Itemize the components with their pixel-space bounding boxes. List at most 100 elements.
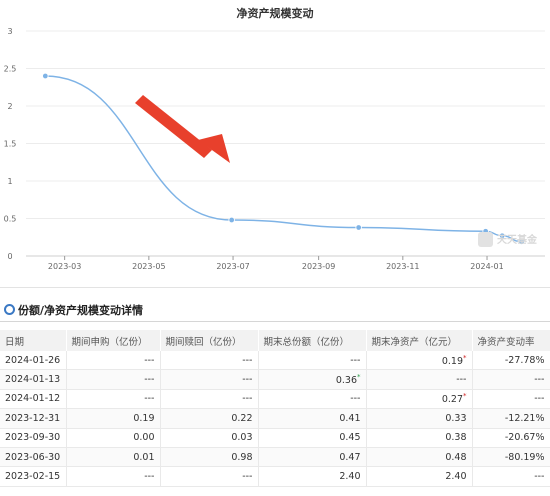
value-cell: 0.36*: [258, 369, 367, 390]
cell-text: 2.40: [445, 471, 467, 483]
y-tick-label: 1.5: [4, 140, 17, 149]
cell-text: 0.00: [133, 432, 155, 444]
cell-text: 2.40: [339, 471, 361, 483]
date-cell: 2024-01-12: [0, 389, 67, 410]
value-cell: -80.19%: [472, 447, 550, 468]
date-cell: 2023-02-15: [0, 466, 67, 487]
cell-text: -80.19%: [504, 451, 545, 463]
cell-text: ---: [534, 393, 545, 405]
cell-text: 0.22: [231, 412, 253, 424]
value-cell: 0.22: [160, 408, 259, 429]
value-cell: ---: [258, 389, 367, 410]
cell-text: ---: [242, 354, 253, 366]
value-cell: ---: [66, 369, 161, 390]
value-cell: 0.19*: [366, 351, 473, 371]
value-cell: -12.21%: [472, 408, 550, 429]
table-row: 2024-01-26 --- --- --- 0.19* -27.78%: [0, 351, 550, 371]
value-cell: ---: [258, 351, 367, 371]
cell-text: -27.78%: [504, 354, 545, 366]
column-header: 日期: [0, 330, 67, 351]
table-header-row: 日期 期间申购（亿份） 期间赎回（亿份） 期末总份额（亿份） 期末净资产（亿元） 净资产变…: [0, 330, 550, 351]
value-cell: 0.38: [366, 428, 473, 448]
column-header: 期末净资产（亿元）: [366, 330, 473, 351]
cell-text: -20.67%: [504, 432, 545, 444]
cell-text: 0.03: [231, 432, 253, 444]
cell-text: ---: [144, 393, 155, 405]
data-point: [228, 216, 235, 224]
cell-text: 0.19: [441, 355, 463, 367]
value-cell: 0.45: [258, 428, 367, 448]
x-tick-label: 2023-05: [132, 262, 165, 271]
cell-text: ---: [350, 354, 361, 366]
cell-text: 2024-01-13: [5, 374, 61, 386]
value-cell: ---: [160, 351, 259, 371]
value-cell: 0.01: [66, 447, 161, 468]
cell-text: ---: [456, 374, 467, 386]
cell-text: ---: [350, 393, 361, 405]
cell-text: 0.38: [445, 432, 467, 444]
value-cell: 0.03: [160, 428, 259, 448]
value-cell: ---: [160, 389, 259, 410]
table-row: 2023-06-30 0.01 0.98 0.47 0.48 -80.19%: [0, 447, 550, 468]
cell-text: 2023-02-15: [5, 471, 61, 483]
date-cell: 2023-12-31: [0, 408, 67, 429]
cell-text: 2023-06-30: [5, 451, 61, 463]
line-chart-svg: 0 0.5 1 1.5 2 2.5 3 2023-03 2023-05 2023-07 2023-0…: [4, 27, 545, 271]
date-cell: 2023-06-30: [0, 447, 67, 468]
cell-text: 0.27: [441, 394, 463, 406]
scale-chart: 净资产规模变动 0 0.5 1 1.5 2 2.5 3 2023-03 2023-05 2023-…: [0, 0, 550, 285]
y-tick-label: 0: [7, 252, 12, 261]
value-cell: ---: [66, 351, 161, 371]
footnote-star-icon: *: [357, 373, 361, 381]
divider: [0, 287, 550, 288]
circle-bullet-icon: [4, 304, 15, 315]
cell-text: 2024-01-26: [5, 354, 61, 366]
value-cell: 2.40: [366, 466, 473, 487]
value-cell: 0.33: [366, 408, 473, 429]
x-tick-label: 2023-09: [302, 262, 335, 271]
y-tick-label: 2.5: [4, 65, 17, 74]
value-cell: 0.47: [258, 447, 367, 468]
cell-text: 0.33: [445, 412, 467, 424]
value-cell: ---: [66, 389, 161, 410]
footnote-star-icon: *: [463, 392, 467, 401]
cell-text: ---: [534, 471, 545, 483]
table-row: 2023-09-30 0.00 0.03 0.45 0.38 -20.67%: [0, 428, 550, 448]
date-cell: 2024-01-26: [0, 351, 67, 371]
y-tick-label: 1: [7, 177, 12, 186]
watermark-logo-icon: [478, 232, 493, 247]
cell-text: ---: [242, 374, 253, 386]
cell-text: ---: [144, 374, 155, 386]
cell-text: ---: [242, 393, 253, 405]
section-title: 份额/净资产规模变动详情: [18, 304, 144, 317]
x-tick-label: 2024-01: [470, 262, 503, 271]
value-cell: ---: [66, 466, 161, 487]
value-cell: ---: [472, 369, 550, 390]
cell-text: 0.01: [133, 451, 155, 463]
date-cell: 2024-01-13: [0, 369, 67, 390]
column-header: 期间赎回（亿份）: [160, 330, 259, 351]
value-cell: 0.00: [66, 428, 161, 448]
x-tick-label: 2023-07: [216, 262, 249, 271]
value-cell: ---: [472, 389, 550, 410]
y-tick-label: 2: [7, 102, 12, 111]
value-cell: ---: [366, 369, 473, 390]
cell-text: 0.48: [445, 451, 467, 463]
scale-detail-table: 日期 期间申购（亿份） 期间赎回（亿份） 期末总份额（亿份） 期末净资产（亿元） 净资产变…: [0, 330, 550, 487]
cell-text: 0.45: [339, 432, 361, 444]
value-cell: ---: [160, 369, 259, 390]
y-tick-label: 3: [7, 27, 12, 36]
annotation-arrow-shaft: [135, 95, 212, 158]
section-header: 份额/净资产规模变动详情: [0, 299, 550, 322]
table-row: 2023-12-31 0.19 0.22 0.41 0.33 -12.21%: [0, 408, 550, 429]
cell-text: 0.47: [339, 451, 361, 463]
date-cell: 2023-09-30: [0, 428, 67, 448]
cell-text: 0.41: [339, 412, 361, 424]
cell-text: 2023-09-30: [5, 432, 61, 444]
section-underline: [0, 321, 550, 322]
cell-text: 0.36: [335, 375, 357, 387]
cell-text: ---: [144, 354, 155, 366]
data-point: [42, 72, 49, 80]
value-cell: ---: [160, 466, 259, 487]
cell-text: 0.19: [133, 412, 155, 424]
